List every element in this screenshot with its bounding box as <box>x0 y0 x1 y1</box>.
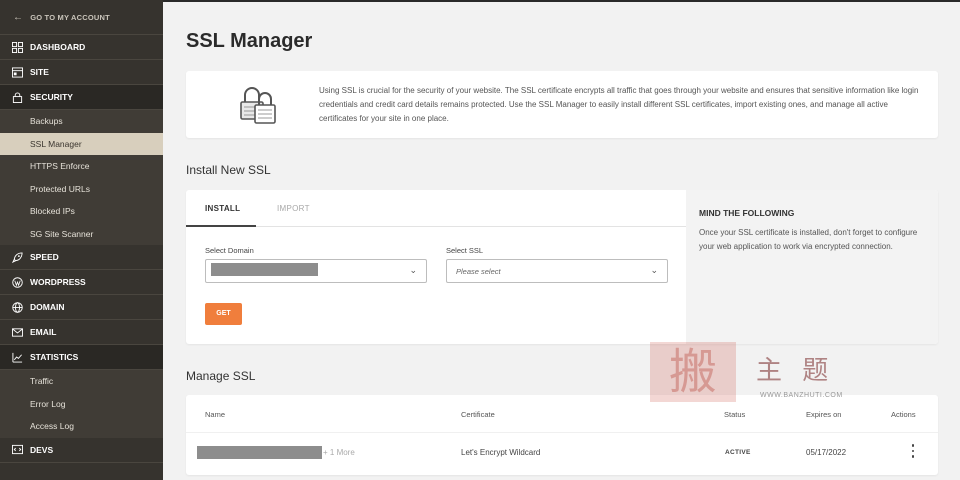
tab-active-indicator <box>186 225 256 227</box>
select-ssl-placeholder: Please select <box>456 267 501 276</box>
sidebar-subitem-ssl-manager[interactable]: SSL Manager <box>0 132 163 155</box>
main-content: SSL Manager Using SSL is crucial for the… <box>163 0 960 480</box>
install-section-title: Install New SSL <box>186 163 271 177</box>
mind-title: MIND THE FOLLOWING <box>699 208 795 218</box>
sidebar-item-security[interactable]: SECURITY <box>0 85 163 110</box>
intro-text: Using SSL is crucial for the security of… <box>319 86 919 123</box>
row-actions-menu-icon[interactable] <box>910 443 916 459</box>
status-badge: ACTIVE <box>725 449 751 456</box>
sidebar-item-email[interactable]: EMAIL <box>0 320 163 345</box>
globe-icon <box>12 301 23 313</box>
sidebar-item-label: DOMAIN <box>30 302 65 312</box>
tab-install[interactable]: INSTALL <box>205 204 240 213</box>
padlocks-icon <box>238 84 280 131</box>
site-icon <box>12 66 23 78</box>
sidebar-subitem-backups[interactable]: Backups <box>0 110 163 133</box>
wordpress-icon <box>12 276 23 288</box>
more-domains-link[interactable]: + 1 More <box>323 448 355 457</box>
column-header-name: Name <box>205 410 226 419</box>
sidebar-item-devs[interactable]: DEVS <box>0 438 163 463</box>
sidebar-item-dashboard[interactable]: DASHBOARD <box>0 35 163 60</box>
sidebar-subitem-https-enforce[interactable]: HTTPS Enforce <box>0 155 163 178</box>
get-button[interactable]: GET <box>205 303 242 325</box>
sidebar-subitem-sg-site-scanner[interactable]: SG Site Scanner <box>0 222 163 245</box>
chevron-down-icon: ⌄ <box>409 265 417 275</box>
sidebar-subitem-access-log[interactable]: Access Log <box>0 415 163 438</box>
code-icon <box>12 444 23 455</box>
dashboard-icon <box>12 41 23 53</box>
sidebar-item-label: SITE <box>30 67 49 77</box>
header-divider <box>186 432 938 433</box>
chevron-down-icon: ⌄ <box>650 265 658 275</box>
intro-card: Using SSL is crucial for the security of… <box>186 71 938 138</box>
sidebar-item-label: SPEED <box>30 252 59 262</box>
certificate-cell: Let's Encrypt Wildcard <box>461 448 541 457</box>
chart-icon <box>12 352 23 363</box>
sidebar-subitem-protected-urls[interactable]: Protected URLs <box>0 177 163 200</box>
mind-text: Once your SSL certificate is installed, … <box>699 228 918 251</box>
sidebar-item-label: DASHBOARD <box>30 42 86 52</box>
sidebar-item-label: SECURITY <box>30 92 73 102</box>
rocket-icon <box>12 251 23 263</box>
column-header-expires: Expires on <box>806 410 842 419</box>
go-to-my-account-link[interactable]: ← GO TO MY ACCOUNT <box>0 0 163 35</box>
envelope-icon <box>12 327 23 338</box>
expires-cell: 05/17/2022 <box>806 448 847 457</box>
sidebar-item-label: WORDPRESS <box>30 277 86 287</box>
arrow-left-icon: ← <box>13 11 24 23</box>
sidebar-item-domain[interactable]: DOMAIN <box>0 295 163 320</box>
sidebar-subitem-error-log[interactable]: Error Log <box>0 392 163 415</box>
tab-import[interactable]: IMPORT <box>277 204 310 213</box>
redacted-domain <box>211 263 318 276</box>
install-card: INSTALL IMPORT Select Domain ⌄ Select SS… <box>186 190 938 344</box>
column-header-status: Status <box>724 410 746 419</box>
sidebar-subitem-traffic[interactable]: Traffic <box>0 370 163 393</box>
lock-icon <box>12 91 23 103</box>
select-ssl-label: Select SSL <box>446 246 484 255</box>
mind-the-following-panel: MIND THE FOLLOWING Once your SSL certifi… <box>686 190 938 344</box>
redacted-domain-name <box>197 446 322 459</box>
sidebar-subitem-blocked-ips[interactable]: Blocked IPs <box>0 200 163 223</box>
select-ssl-dropdown[interactable]: Please select ⌄ <box>446 259 668 283</box>
select-domain-dropdown[interactable]: ⌄ <box>205 259 427 283</box>
sidebar-item-site[interactable]: SITE <box>0 60 163 85</box>
column-header-certificate: Certificate <box>461 410 495 419</box>
select-domain-label: Select Domain <box>205 246 254 255</box>
sidebar-item-wordpress[interactable]: WORDPRESS <box>0 270 163 295</box>
tabs-divider <box>186 226 686 227</box>
manage-ssl-table: Name Certificate Status Expires on Actio… <box>186 395 938 475</box>
sidebar: ← GO TO MY ACCOUNT DASHBOARD SITE SECURI… <box>0 0 163 480</box>
column-header-actions: Actions <box>891 410 916 419</box>
sidebar-item-speed[interactable]: SPEED <box>0 245 163 270</box>
go-to-my-account-label: GO TO MY ACCOUNT <box>30 12 110 22</box>
sidebar-item-label: DEVS <box>30 444 54 455</box>
sidebar-item-label: STATISTICS <box>30 352 79 362</box>
manage-section-title: Manage SSL <box>186 369 256 383</box>
sidebar-item-statistics[interactable]: STATISTICS <box>0 345 163 370</box>
page-title: SSL Manager <box>186 30 313 52</box>
sidebar-item-label: EMAIL <box>30 327 57 337</box>
